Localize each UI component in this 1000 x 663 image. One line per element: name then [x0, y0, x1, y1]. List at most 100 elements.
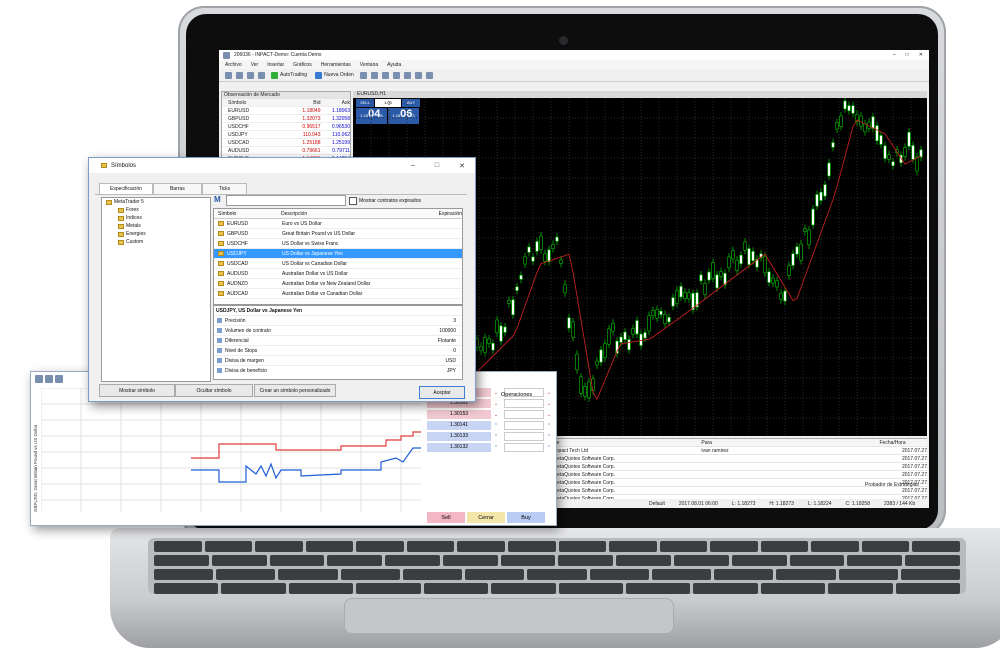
dom-chart-icon[interactable]	[45, 374, 53, 383]
tree-item[interactable]: Custom	[102, 238, 210, 246]
ladder-volume-input[interactable]	[504, 421, 544, 430]
market-watch-row[interactable]: AUDUSD 0.79661 0.79711	[222, 147, 350, 155]
tree-item-label: Forex	[126, 207, 139, 213]
close-icon[interactable]: ✕	[919, 52, 923, 58]
hide-symbol-button[interactable]: Ocultar símbolo	[175, 384, 253, 397]
mail-row[interactable]: MetaQuotes Software Corp. 2017.07.27	[549, 455, 927, 463]
accept-button[interactable]: Aceptar	[419, 386, 465, 399]
menu-insertar[interactable]: Insertar	[267, 62, 284, 68]
key	[912, 541, 960, 552]
tab-specification[interactable]: Especificación	[99, 183, 153, 194]
dialog-maximize-icon[interactable]: □	[435, 162, 439, 170]
market-watch-row[interactable]: USDJPY 110.043 110.062	[222, 131, 350, 139]
chevron-down-icon[interactable]: ⌄	[491, 390, 501, 396]
chevron-up-icon[interactable]: ⌃	[491, 445, 501, 451]
tree-item[interactable]: Energies	[102, 230, 210, 238]
zoom-in-icon[interactable]	[359, 71, 367, 79]
strategy-tester-tab[interactable]: Probador de Estrategias	[865, 482, 919, 488]
chevron-down-icon[interactable]: ⌄	[544, 401, 554, 407]
ladder-row[interactable]: 1.30153 ⌄ ⌄	[427, 410, 556, 419]
mail-row[interactable]: MetaQuotes Software Corp. 2017.07.27	[549, 487, 927, 495]
text-icon[interactable]	[425, 71, 433, 79]
ladder-row[interactable]: 1.30133 ⌃ ⌃	[427, 432, 556, 441]
symbol-row[interactable]: AUDUSD Australian Dollar vs US Dollar	[214, 269, 462, 279]
chevron-down-icon[interactable]: ⌄	[491, 412, 501, 418]
menu-ventana[interactable]: Ventana	[360, 62, 378, 68]
ladder-price[interactable]: 1.30153	[427, 410, 491, 419]
ladder-volume-input[interactable]	[504, 410, 544, 419]
symbol-name: AUDCAD	[227, 290, 249, 297]
chevron-down-icon[interactable]: ⌄	[544, 412, 554, 418]
menu-archivo[interactable]: Archivo	[225, 62, 242, 68]
dom-table-icon[interactable]	[55, 374, 63, 383]
symbol-row[interactable]: AUDCAD Australian Dollar vs Canadian Doll…	[214, 289, 462, 299]
symbol-search-input[interactable]	[226, 195, 346, 206]
tab-ticks[interactable]: Ticks	[201, 183, 248, 194]
checkbox-box[interactable]	[349, 197, 357, 205]
show-expired-checkbox[interactable]: Mostrar contratos expirados	[349, 197, 421, 205]
tab-bars[interactable]: Barras	[152, 183, 202, 194]
market-watch-row[interactable]: EURUSD 1.18049 1.18063	[222, 107, 350, 115]
maximize-icon[interactable]: □	[906, 52, 909, 58]
menu-herramientas[interactable]: Herramientas	[321, 62, 351, 68]
chevron-down-icon[interactable]: ⌄	[544, 390, 554, 396]
cursor-icon[interactable]	[392, 71, 400, 79]
minimize-icon[interactable]: –	[893, 52, 896, 58]
market-watch-row[interactable]: USDCAD 1.25188 1.25199	[222, 139, 350, 147]
zoom-out-icon[interactable]	[370, 71, 378, 79]
symbol-row[interactable]: GBPUSD Great Britain Pound vs US Dollar	[214, 229, 462, 239]
market-watch-icon[interactable]	[247, 71, 254, 79]
profiles-icon[interactable]	[236, 71, 243, 79]
tree-item[interactable]: MetaTrader 5	[102, 198, 210, 206]
ladder-price[interactable]: 1.30132	[427, 443, 491, 452]
ladder-volume-input[interactable]	[504, 432, 544, 441]
symbol-name: AUDUSD	[227, 270, 249, 277]
tree-item[interactable]: Indices	[102, 214, 210, 222]
symbol-row[interactable]: AUDNZD Australian Dollar vs New Zealand D…	[214, 279, 462, 289]
autotrading-button[interactable]: AutoTrading	[269, 71, 309, 79]
market-watch-row[interactable]: GBPUSD 1.32073 1.32058	[222, 115, 350, 123]
navigator-icon[interactable]	[258, 71, 265, 79]
symbol-row[interactable]: USDCAD US Dollar vs Canadian Dollar	[214, 259, 462, 269]
grid-icon[interactable]	[381, 71, 389, 79]
ladder-price[interactable]: 1.30133	[427, 432, 491, 441]
symbol-cell: AUDNZD	[214, 281, 278, 287]
buy-order-button[interactable]: Buy	[507, 512, 545, 523]
dialog-close-icon[interactable]: ✕	[459, 162, 465, 170]
close-order-button[interactable]: Cerrar	[467, 512, 505, 523]
new-order-button[interactable]: Nueva Orden	[313, 71, 356, 79]
chevron-down-icon[interactable]: ⌄	[491, 401, 501, 407]
symbol-row[interactable]: EURUSD Euro vs US Dollar	[214, 219, 462, 229]
mail-row[interactable]: MetaQuotes Software Corp. 2017.07.27	[549, 471, 927, 479]
chevron-up-icon[interactable]: ⌃	[491, 434, 501, 440]
dom-settings-icon[interactable]	[35, 374, 43, 383]
market-watch-row[interactable]: USDCHF 0.96517 0.96530	[222, 123, 350, 131]
show-symbol-button[interactable]: Mostrar símbolo	[99, 384, 175, 397]
menu-ayuda[interactable]: Ayuda	[387, 62, 401, 68]
symbol-row[interactable]: USDJPY US Dollar vs Japanese Yen	[214, 249, 462, 259]
ladder-volume-input[interactable]	[504, 443, 544, 452]
mail-row[interactable]: MetaQuotes Software Corp. 2017.07.27	[549, 463, 927, 471]
crosshair-icon[interactable]	[403, 71, 411, 79]
chart-tab[interactable]: EURUSD,H1	[353, 91, 927, 98]
menu-ver[interactable]: Ver	[251, 62, 259, 68]
chevron-up-icon[interactable]: ⌃	[544, 423, 554, 429]
chevron-up-icon[interactable]: ⌃	[491, 423, 501, 429]
dialog-minimize-icon[interactable]: –	[411, 162, 415, 170]
new-chart-icon[interactable]	[225, 71, 232, 79]
ladder-volume-input[interactable]	[504, 399, 544, 408]
chevron-up-icon[interactable]: ⌃	[544, 434, 554, 440]
menu-graficos[interactable]: Gráficos	[293, 62, 312, 68]
chevron-up-icon[interactable]: ⌃	[544, 445, 554, 451]
tree-item[interactable]: Metals	[102, 222, 210, 230]
ladder-price[interactable]: 1.30141	[427, 421, 491, 430]
property-icon	[217, 318, 222, 323]
tree-item[interactable]: Forex	[102, 206, 210, 214]
symbol-row[interactable]: USDCHF US Dollar vs Swiss Franc	[214, 239, 462, 249]
ladder-row[interactable]: 1.30141 ⌃ ⌃	[427, 421, 556, 430]
mail-row[interactable]: Impact Tech Ltd ivan ramirez 2017.07.27	[549, 447, 927, 455]
line-icon[interactable]	[414, 71, 422, 79]
ladder-row[interactable]: 1.30132 ⌃ ⌃	[427, 443, 556, 452]
create-custom-symbol-button[interactable]: Crear un símbolo personalizado	[254, 384, 336, 397]
sell-order-button[interactable]: Sell	[427, 512, 465, 523]
